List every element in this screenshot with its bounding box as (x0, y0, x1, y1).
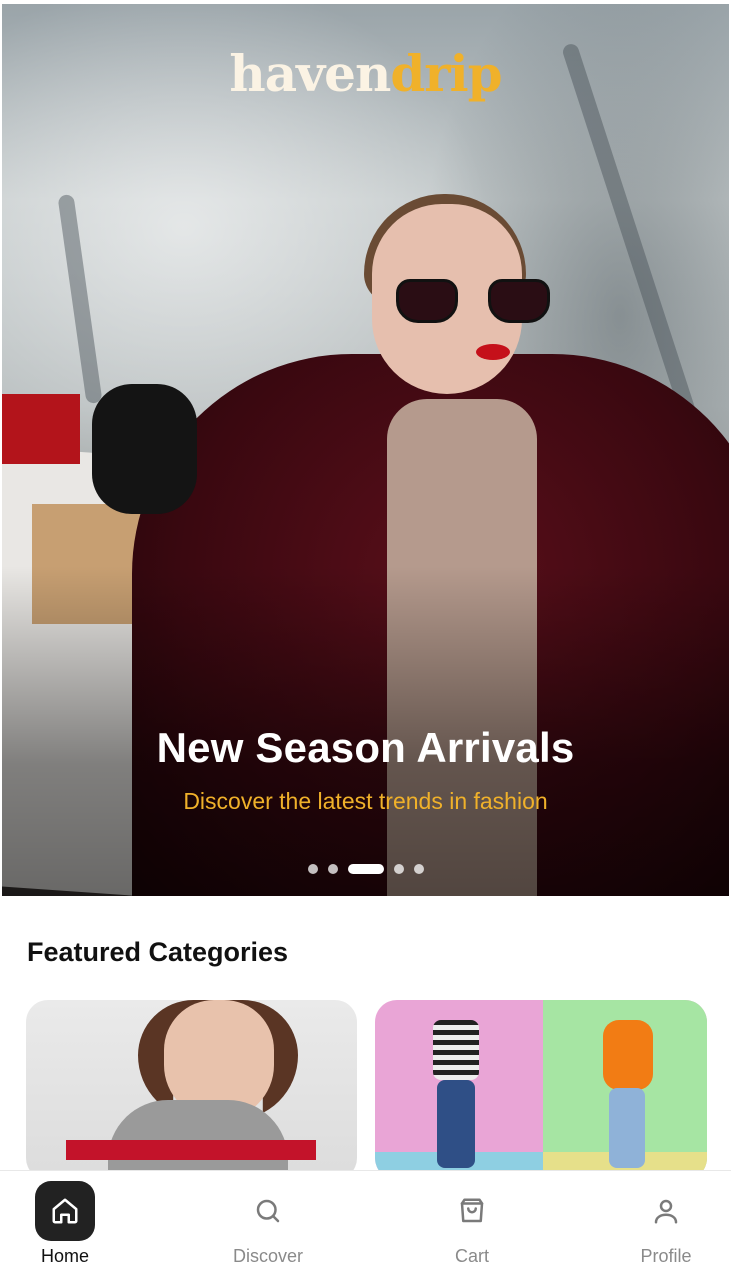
carousel-dot[interactable] (413, 864, 424, 874)
nav-label-cart: Cart (454, 1246, 489, 1266)
shopping-bag-icon (442, 1181, 502, 1241)
carousel-dot-active[interactable] (347, 864, 384, 874)
category-card[interactable] (375, 1000, 707, 1180)
nav-label-discover: Discover (232, 1246, 303, 1266)
nav-item-cart[interactable]: Cart (412, 1171, 532, 1280)
nav-item-profile[interactable]: Profile (606, 1171, 726, 1280)
user-icon (636, 1181, 696, 1241)
brand-logo-part2: drip (390, 44, 502, 103)
carousel-indicator (2, 864, 729, 874)
category-image-model (433, 1020, 479, 1080)
brand-logo: havendrip (2, 44, 729, 103)
carousel-dot[interactable] (327, 864, 338, 874)
featured-categories-title: Featured Categories (27, 937, 289, 967)
category-image-model (437, 1080, 475, 1168)
search-icon (238, 1181, 298, 1241)
category-image-model (609, 1088, 645, 1168)
app-screen: havendrip New Season Arrivals Discover t… (0, 0, 731, 1280)
nav-item-discover[interactable]: Discover (208, 1171, 328, 1280)
bottom-navigation: Home Discover Cart Profile (0, 1170, 731, 1280)
home-icon (35, 1181, 95, 1241)
hero-banner[interactable]: havendrip New Season Arrivals Discover t… (2, 4, 729, 896)
hero-subtitle: Discover the latest trends in fashion (183, 788, 548, 814)
nav-label-profile: Profile (640, 1246, 692, 1266)
category-image-banner (66, 1140, 316, 1160)
category-card[interactable] (26, 1000, 357, 1180)
nav-label-home: Home (40, 1246, 89, 1266)
category-image-model (603, 1020, 653, 1090)
carousel-dot[interactable] (307, 864, 318, 874)
carousel-dot[interactable] (393, 864, 404, 874)
nav-item-home[interactable]: Home (5, 1171, 125, 1280)
hero-title: New Season Arrivals (156, 724, 575, 771)
brand-logo-part1: haven (229, 44, 391, 103)
